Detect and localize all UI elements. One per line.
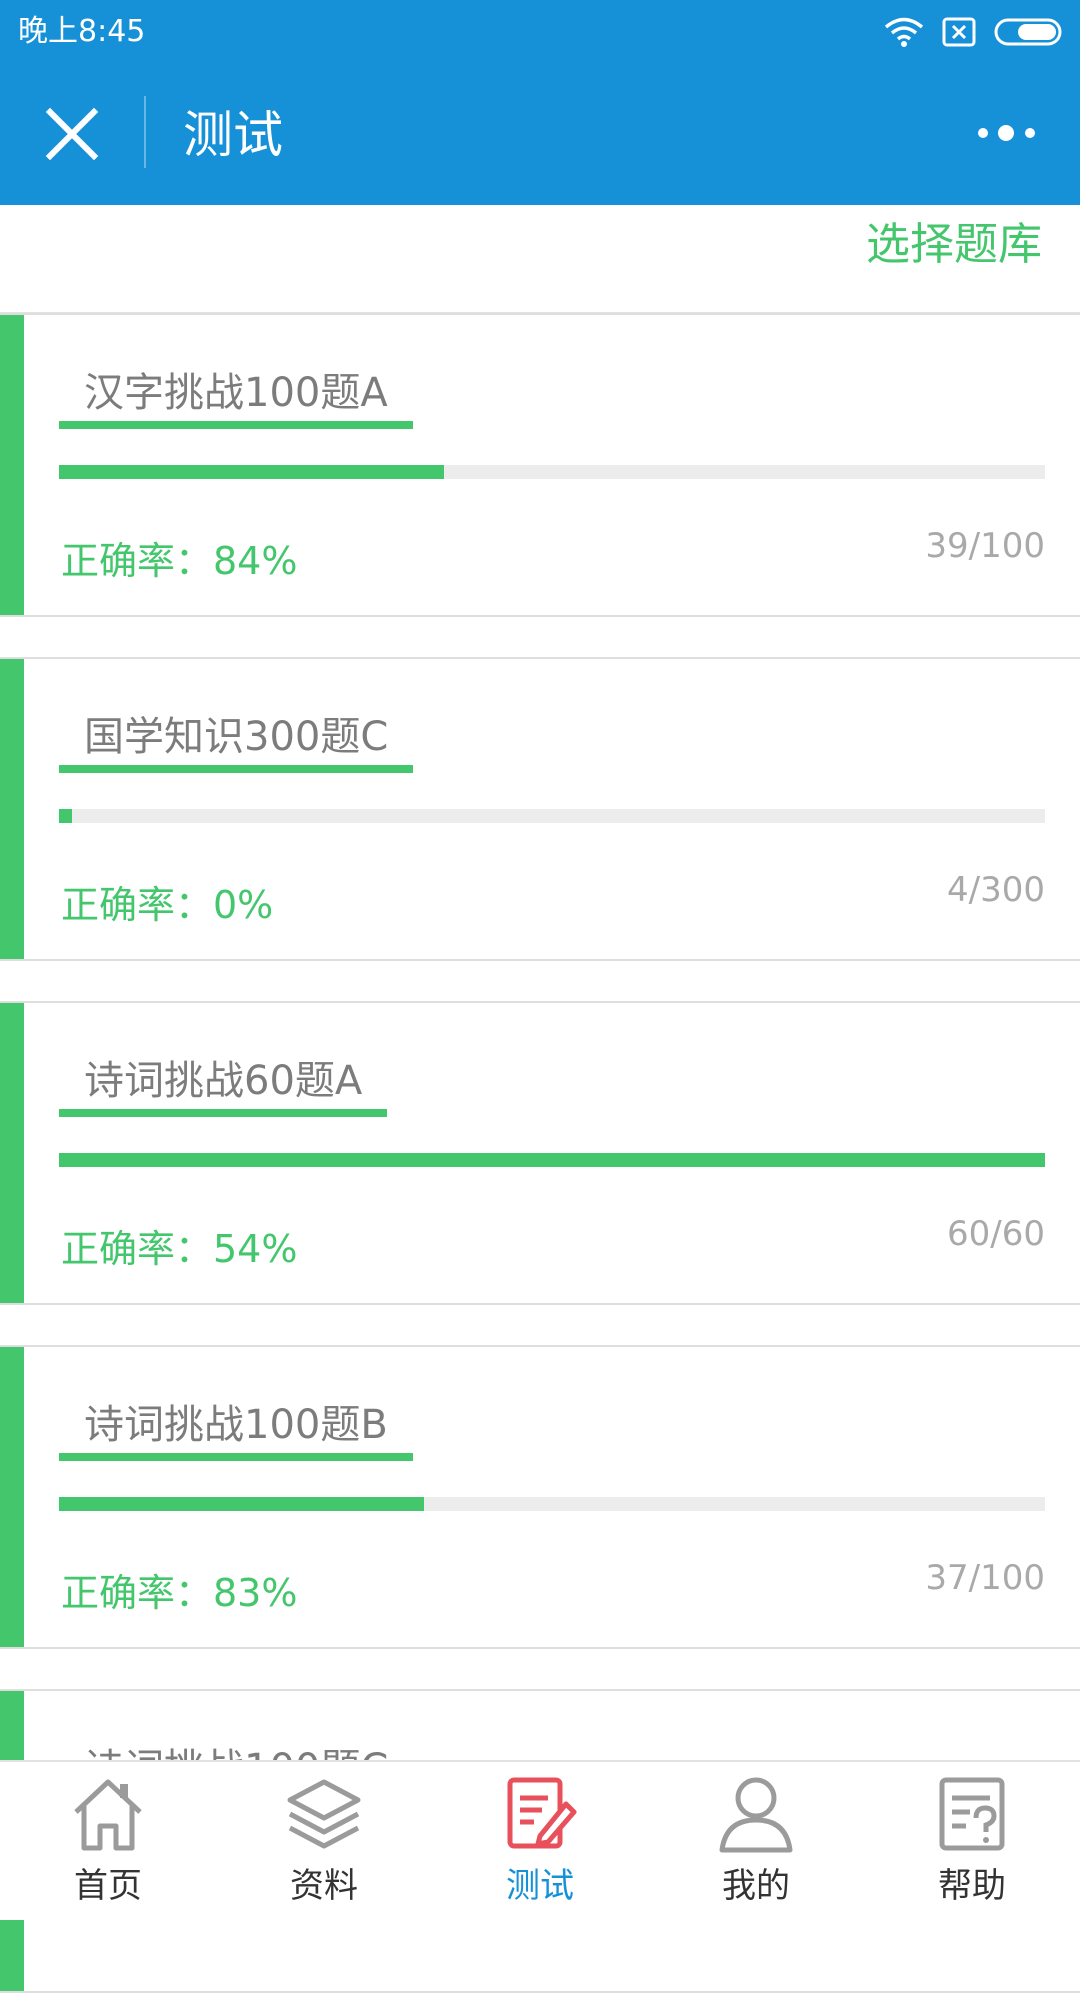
help-icon: [939, 1777, 1005, 1851]
progress-track: [59, 465, 1045, 479]
card-accent: [0, 315, 24, 615]
card-accent: [0, 1347, 24, 1647]
more-icon[interactable]: [976, 118, 1038, 148]
header-bar: 晚上8:45 测试: [0, 0, 1080, 205]
progress-track: [59, 1497, 1045, 1511]
tab-home[interactable]: 首页: [0, 1762, 216, 1920]
status-icons: [884, 12, 1066, 52]
tab-label: 测试: [506, 1866, 574, 1906]
page-title: 测试: [183, 106, 283, 164]
progress-fill: [59, 1153, 1045, 1167]
bottom-tab-bar: 首页 资料 测试 我的 帮助: [0, 1760, 1080, 1920]
progress-count: 60/60: [947, 1214, 1045, 1254]
progress-count: 39/100: [925, 526, 1045, 566]
accuracy-text: 正确率：84%: [61, 539, 298, 583]
tab-help[interactable]: 帮助: [864, 1762, 1080, 1920]
quiz-name: 汉字挑战100题A: [84, 370, 388, 416]
edit-icon: [507, 1777, 577, 1849]
quiz-name-underline: [59, 765, 414, 773]
user-icon: [719, 1777, 793, 1853]
accuracy-text: 正确率：83%: [61, 1571, 298, 1615]
progress-count: 37/100: [925, 1558, 1045, 1598]
progress-count: 4/300: [947, 870, 1045, 910]
quiz-card[interactable]: 汉字挑战100题A 正确率：84% 39/100: [0, 313, 1080, 617]
layers-icon: [287, 1779, 361, 1849]
accuracy-text: 正确率：0%: [61, 883, 274, 927]
select-bank-link[interactable]: 选择题库: [866, 215, 1042, 275]
card-accent: [0, 659, 24, 959]
accuracy-text: 正确率：54%: [61, 1227, 298, 1271]
quiz-card[interactable]: 诗词挑战100题B 正确率：83% 37/100: [0, 1345, 1080, 1649]
quiz-card[interactable]: 国学知识300题C 正确率：0% 4/300: [0, 657, 1080, 961]
card-accent: [0, 1003, 24, 1303]
tab-mine[interactable]: 我的: [648, 1762, 864, 1920]
progress-track: [59, 1153, 1045, 1167]
quiz-name-underline: [59, 1453, 413, 1461]
progress-fill: [59, 465, 444, 479]
progress-fill: [59, 809, 72, 823]
progress-fill: [59, 1497, 424, 1511]
tab-label: 首页: [74, 1866, 142, 1906]
battery-icon: [994, 18, 1062, 46]
status-time: 晚上8:45: [18, 14, 146, 49]
quiz-name: 国学知识300题C: [84, 714, 389, 760]
tab-label: 我的: [722, 1866, 790, 1906]
quiz-name-underline: [59, 421, 413, 429]
quiz-name: 诗词挑战60题A: [84, 1058, 363, 1104]
close-icon[interactable]: [38, 100, 106, 168]
title-divider: [144, 96, 146, 168]
tab-test[interactable]: 测试: [432, 1762, 648, 1920]
quiz-name: 诗词挑战100题B: [84, 1402, 388, 1448]
tab-label: 帮助: [938, 1866, 1006, 1906]
home-icon: [74, 1779, 142, 1851]
sim-off-icon: [942, 17, 976, 47]
wifi-icon: [884, 17, 924, 47]
quiz-name-underline: [59, 1109, 388, 1117]
tab-label: 资料: [290, 1866, 358, 1906]
tab-materials[interactable]: 资料: [216, 1762, 432, 1920]
progress-track: [59, 809, 1045, 823]
quiz-card[interactable]: 诗词挑战60题A 正确率：54% 60/60: [0, 1001, 1080, 1305]
